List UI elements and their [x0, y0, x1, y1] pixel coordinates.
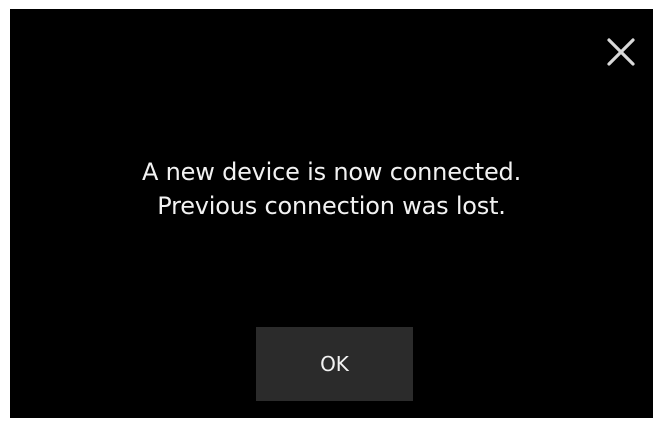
dialog-message: A new device is now connected. Previous … [10, 155, 653, 223]
screen-frame: A new device is now connected. Previous … [0, 0, 662, 424]
message-line-2: Previous connection was lost. [157, 192, 506, 220]
close-icon [607, 38, 635, 66]
message-line-1: A new device is now connected. [142, 158, 521, 186]
close-button[interactable] [604, 35, 638, 69]
ok-button[interactable]: OK [256, 327, 413, 401]
notification-dialog: A new device is now connected. Previous … [10, 9, 653, 418]
